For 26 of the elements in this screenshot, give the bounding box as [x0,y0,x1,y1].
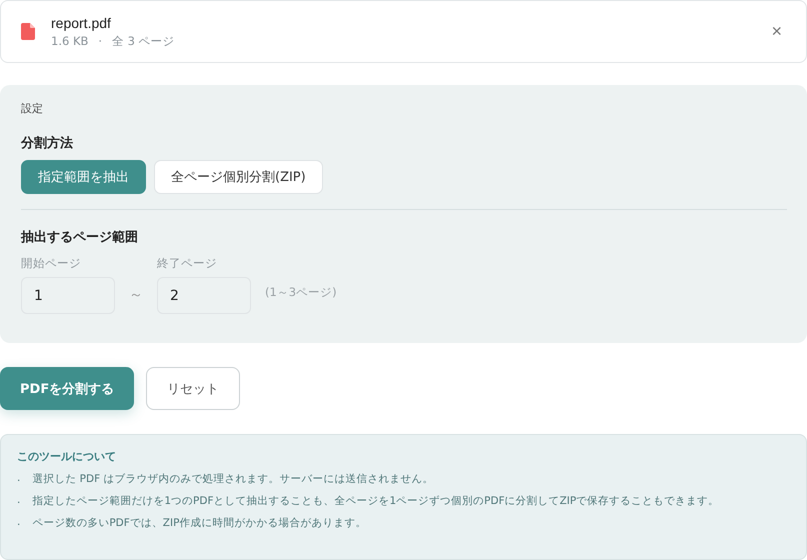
field-label: 終了ページ [157,256,218,271]
field-label: 開始ページ [21,256,82,271]
method-option[interactable]: 指定範囲を抽出 [21,160,146,194]
separator: · [98,34,102,48]
bullet: . [17,472,20,486]
info-title: このツールについて [17,449,117,464]
close-button[interactable]: × [767,21,786,42]
info-text: 指定したページ範囲だけを1つのPDFとして抽出することも、全ページを1ページずつ個別のPDFに分割してZIPで保存することもできます。 [32,494,720,508]
method-option[interactable]: 全ページ個別分割(ZIP) [154,160,323,194]
bullet: . [17,494,20,508]
range-heading: 抽出するページ範囲 [21,229,139,246]
section-title: 設定 [21,101,44,116]
info-text: ページ数の多いPDFでは、ZIP作成に時間がかかる場合があります。 [32,516,366,530]
input-field[interactable]: 1 [21,277,115,314]
bullet: . [17,516,20,530]
range-hint: (1～3ページ) [265,284,337,301]
split-button[interactable]: PDFを分割する [0,367,134,410]
method-heading: 分割方法 [21,134,74,152]
document-icon [21,23,35,40]
page-count: 全 3 ページ [112,34,175,48]
file-name: report.pdf [51,14,112,30]
reset-button[interactable]: リセット [146,367,240,410]
tilde: ～ [129,286,143,305]
file-size: 1.6 KB [51,34,88,48]
info-text: 選択した PDF はブラウザ内のみで処理されます。サーバーには送信されません。 [32,472,434,486]
input-field[interactable]: 2 [157,277,251,314]
